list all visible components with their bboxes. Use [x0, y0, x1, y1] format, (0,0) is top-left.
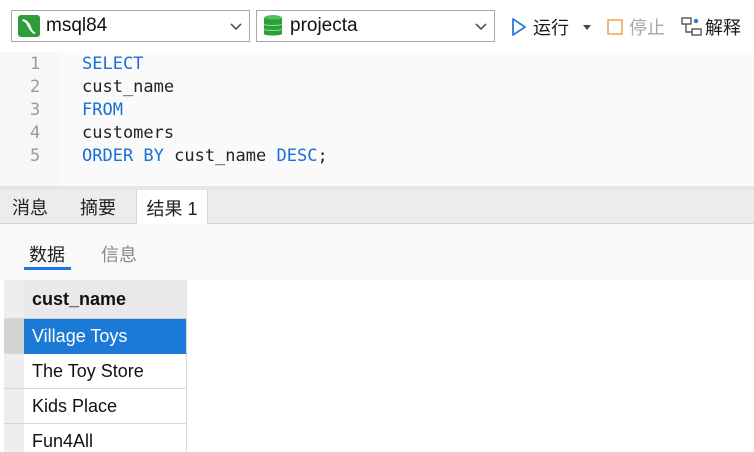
chevron-down-icon — [230, 23, 242, 31]
run-label: 运行 — [533, 18, 569, 38]
code-text: SELECT — [82, 54, 143, 74]
code-text: cust_name — [82, 77, 174, 97]
table-cell[interactable]: Fun4All — [24, 424, 187, 452]
row-header[interactable] — [4, 319, 24, 354]
database-cylinder-icon — [263, 15, 283, 36]
table-cell[interactable]: The Toy Store — [24, 354, 187, 389]
line-number: 3 — [30, 100, 41, 120]
code-text: ORDER BY cust_name DESC; — [82, 146, 328, 166]
stop-button[interactable]: 停止 — [606, 14, 665, 40]
play-icon — [512, 18, 526, 36]
result-grid: cust_name Village Toys The Toy Store Kids … — [0, 280, 754, 452]
table-cell[interactable]: Village Toys — [24, 319, 187, 354]
line-number: 1 — [30, 54, 41, 74]
explain-tree-icon — [681, 17, 702, 36]
caret-down-icon — [583, 25, 591, 30]
line-number: 4 — [30, 123, 41, 143]
result-view-tabs: 数据 信息 — [0, 224, 754, 280]
sql-identifier: ; — [317, 146, 328, 166]
code-line: 3 FROM — [0, 100, 754, 123]
tab-summary[interactable]: 摘要 — [68, 190, 128, 224]
subtab-info[interactable]: 信息 — [101, 241, 137, 267]
chevron-down-icon — [475, 23, 487, 31]
query-toolbar: msql84 projecta 运行 停止 解释 — [0, 0, 754, 52]
sql-keyword: DESC — [276, 146, 318, 166]
subtab-data[interactable]: 数据 — [29, 241, 65, 267]
code-line: 4 customers — [0, 123, 754, 146]
sql-keyword: ORDER BY — [82, 146, 164, 166]
grid-corner — [4, 280, 24, 319]
run-options-dropdown[interactable] — [581, 14, 593, 40]
code-line: 1 SELECT — [0, 54, 754, 77]
connection-name: msql84 — [46, 15, 108, 36]
explain-button[interactable]: 解释 — [681, 14, 741, 40]
tab-result-1[interactable]: 结果 1 — [136, 190, 208, 225]
database-select[interactable]: projecta — [256, 10, 495, 42]
column-header-cust-name[interactable]: cust_name — [24, 280, 187, 319]
connection-select[interactable]: msql84 — [11, 10, 250, 42]
sql-keyword: FROM — [82, 100, 123, 120]
line-number: 2 — [30, 77, 41, 97]
database-name: projecta — [290, 15, 358, 36]
result-tab-bar: 消息 摘要 结果 1 — [0, 190, 754, 225]
code-text: FROM — [82, 100, 123, 120]
sql-identifier: cust_name — [163, 146, 277, 166]
tab-messages[interactable]: 消息 — [0, 190, 60, 224]
stop-square-icon — [607, 19, 623, 35]
row-header[interactable] — [4, 389, 24, 424]
line-number: 5 — [30, 146, 41, 166]
mysql-dolphin-icon — [18, 15, 40, 37]
code-line: 2 cust_name — [0, 77, 754, 100]
stop-label: 停止 — [629, 18, 665, 38]
code-text: customers — [82, 123, 174, 143]
explain-label: 解释 — [705, 18, 741, 38]
sql-identifier: cust_name — [82, 77, 175, 97]
code-line: 5 ORDER BY cust_name DESC; — [0, 146, 754, 169]
sql-keyword: SELECT — [82, 54, 144, 74]
run-button[interactable]: 运行 — [510, 14, 569, 40]
row-header[interactable] — [4, 354, 24, 389]
sql-editor[interactable]: 1 SELECT 2 cust_name 3 FROM 4 customers 5 ORDER B… — [0, 52, 754, 186]
row-header[interactable] — [4, 424, 24, 452]
table-cell[interactable]: Kids Place — [24, 389, 187, 424]
sql-identifier: customers — [82, 123, 175, 143]
active-subtab-indicator — [24, 267, 71, 270]
